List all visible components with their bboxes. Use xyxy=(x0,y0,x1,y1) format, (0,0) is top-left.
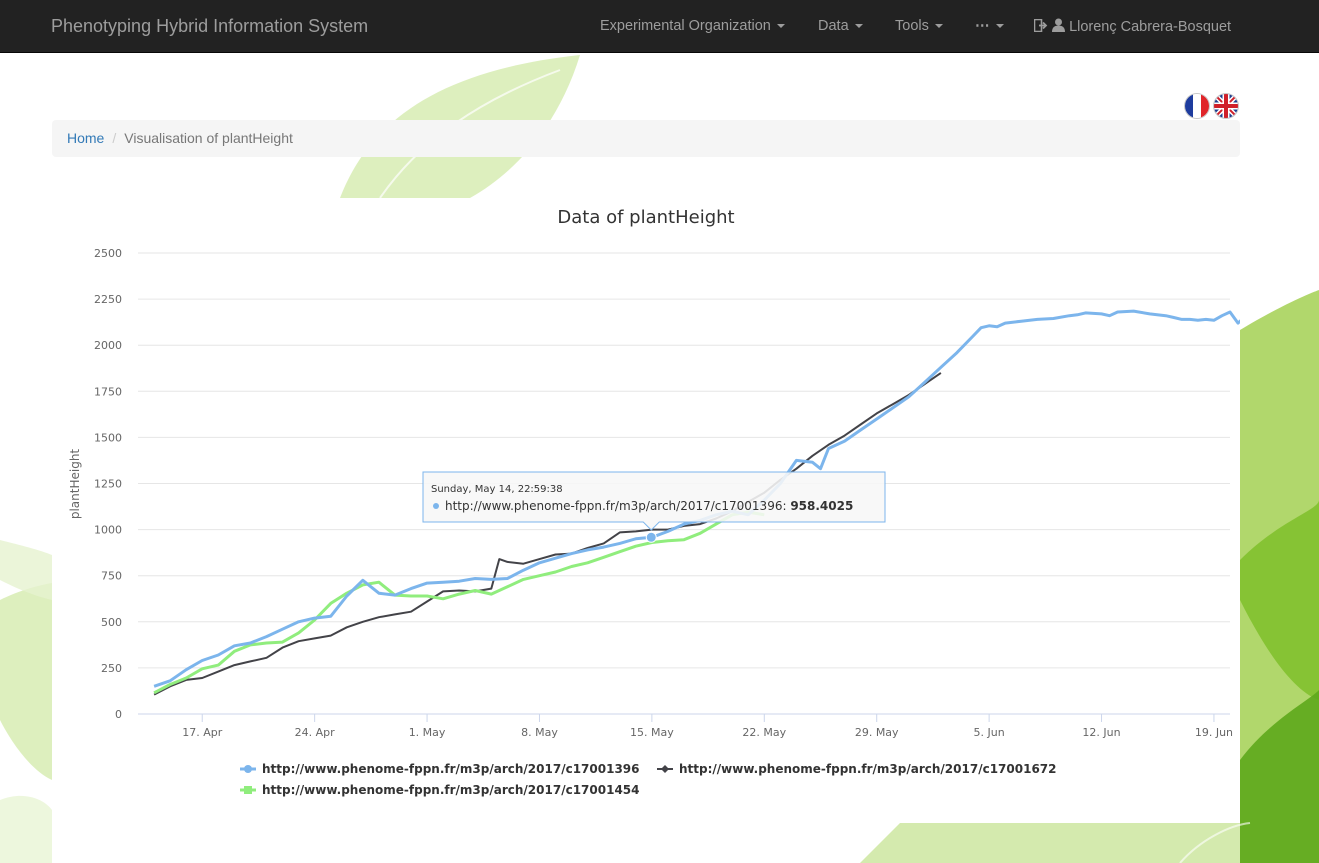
chevron-down-icon xyxy=(934,24,943,29)
series-line-2[interactable] xyxy=(153,510,765,695)
legend-label: http://www.phenome-fppn.fr/m3p/arch/2017… xyxy=(679,762,1057,776)
nav-more[interactable]: ⋯ xyxy=(975,18,1004,34)
legend-item[interactable]: http://www.phenome-fppn.fr/m3p/arch/2017… xyxy=(240,783,640,797)
nav-experimental-organization-label: Experimental Organization xyxy=(600,18,771,34)
uk-flag-icon[interactable] xyxy=(1214,94,1238,118)
breadcrumb: Home / Visualisation of plantHeight xyxy=(52,120,1240,157)
tooltip-value: 958.4025 xyxy=(790,499,853,513)
chevron-down-icon xyxy=(854,24,863,29)
brand-title[interactable]: Phenotyping Hybrid Information System xyxy=(51,16,368,37)
nav-tools[interactable]: Tools xyxy=(895,18,943,34)
y-tick-label: 1500 xyxy=(94,431,122,444)
more-dots-icon: ⋯ xyxy=(975,18,990,34)
breadcrumb-current: Visualisation of plantHeight xyxy=(124,130,293,146)
logout-icon xyxy=(1033,18,1048,33)
x-tick-label: 22. May xyxy=(742,726,786,739)
chart-legend: http://www.phenome-fppn.fr/m3p/arch/2017… xyxy=(240,762,1057,797)
legend-marker xyxy=(661,765,669,773)
legend-label: http://www.phenome-fppn.fr/m3p/arch/2017… xyxy=(262,762,640,776)
user-icon xyxy=(1052,18,1066,32)
nav-user[interactable]: Llorenç Cabrera-Bosquet xyxy=(1033,18,1232,35)
x-tick-label: 24. Apr xyxy=(295,726,335,739)
nav-tools-label: Tools xyxy=(895,18,929,34)
chevron-down-icon xyxy=(776,24,785,29)
y-tick-label: 500 xyxy=(101,616,122,629)
nav-experimental-organization[interactable]: Experimental Organization xyxy=(600,18,785,34)
user-name: Llorenç Cabrera-Bosquet xyxy=(1069,19,1232,35)
legend-label: http://www.phenome-fppn.fr/m3p/arch/2017… xyxy=(262,783,640,797)
x-tick-label: 19. Jun xyxy=(1195,726,1233,739)
nav-data[interactable]: Data xyxy=(818,18,863,34)
breadcrumb-home-link[interactable]: Home xyxy=(67,130,104,146)
y-tick-label: 1000 xyxy=(94,524,122,537)
top-navbar: Phenotyping Hybrid Information System Ex… xyxy=(0,0,1319,53)
x-tick-label: 17. Apr xyxy=(182,726,222,739)
y-tick-label: 2000 xyxy=(94,339,122,352)
hovered-data-point[interactable] xyxy=(645,531,657,543)
plant-height-chart: Data of plantHeight plantHeight 0 250 500 7… xyxy=(68,207,1319,797)
legend-marker xyxy=(244,786,252,794)
y-tick-label: 250 xyxy=(101,662,122,675)
y-tick-label: 2250 xyxy=(94,293,122,306)
x-tick-label: 29. May xyxy=(855,726,899,739)
french-flag-icon[interactable] xyxy=(1185,94,1209,118)
series-line-1[interactable] xyxy=(153,372,942,696)
tooltip-date: Sunday, May 14, 22:59:38 xyxy=(431,484,563,495)
x-tick-label: 8. May xyxy=(521,726,558,739)
tooltip-series-name: http://www.phenome-fppn.fr/m3p/arch/2017… xyxy=(445,499,853,513)
breadcrumb-separator: / xyxy=(112,130,117,146)
nav-data-label: Data xyxy=(818,18,849,34)
y-tick-label: 0 xyxy=(115,708,122,721)
x-tick-label: 1. May xyxy=(409,726,446,739)
legend-item[interactable]: http://www.phenome-fppn.fr/m3p/arch/2017… xyxy=(240,762,640,776)
y-tick-label: 750 xyxy=(101,570,122,583)
y-tick-label: 2500 xyxy=(94,247,122,260)
chart-title: Data of plantHeight xyxy=(557,207,734,228)
x-tick-label: 5. Jun xyxy=(974,726,1005,739)
chart-tooltip: Sunday, May 14, 22:59:38 http://www.pheno… xyxy=(422,471,886,543)
legend-item[interactable]: http://www.phenome-fppn.fr/m3p/arch/2017… xyxy=(657,762,1057,776)
x-tick-label: 15. May xyxy=(630,726,674,739)
chevron-down-icon xyxy=(995,24,1004,29)
legend-marker xyxy=(244,765,252,773)
y-axis-label: plantHeight xyxy=(68,449,82,520)
y-axis-ticks: 0 250 500 750 1000 1250 1500 1750 2000 2250 2500 xyxy=(94,247,122,721)
x-tick-label: 12. Jun xyxy=(1082,726,1120,739)
tooltip-series-marker xyxy=(433,503,439,509)
y-tick-label: 1250 xyxy=(94,478,122,491)
y-tick-label: 1750 xyxy=(94,385,122,398)
x-axis-ticks: 17. Apr 24. Apr 1. May 8. May 15. May 22. May… xyxy=(182,714,1233,739)
chart-panel: Data of plantHeight plantHeight 0 250 500 7… xyxy=(52,198,1319,823)
